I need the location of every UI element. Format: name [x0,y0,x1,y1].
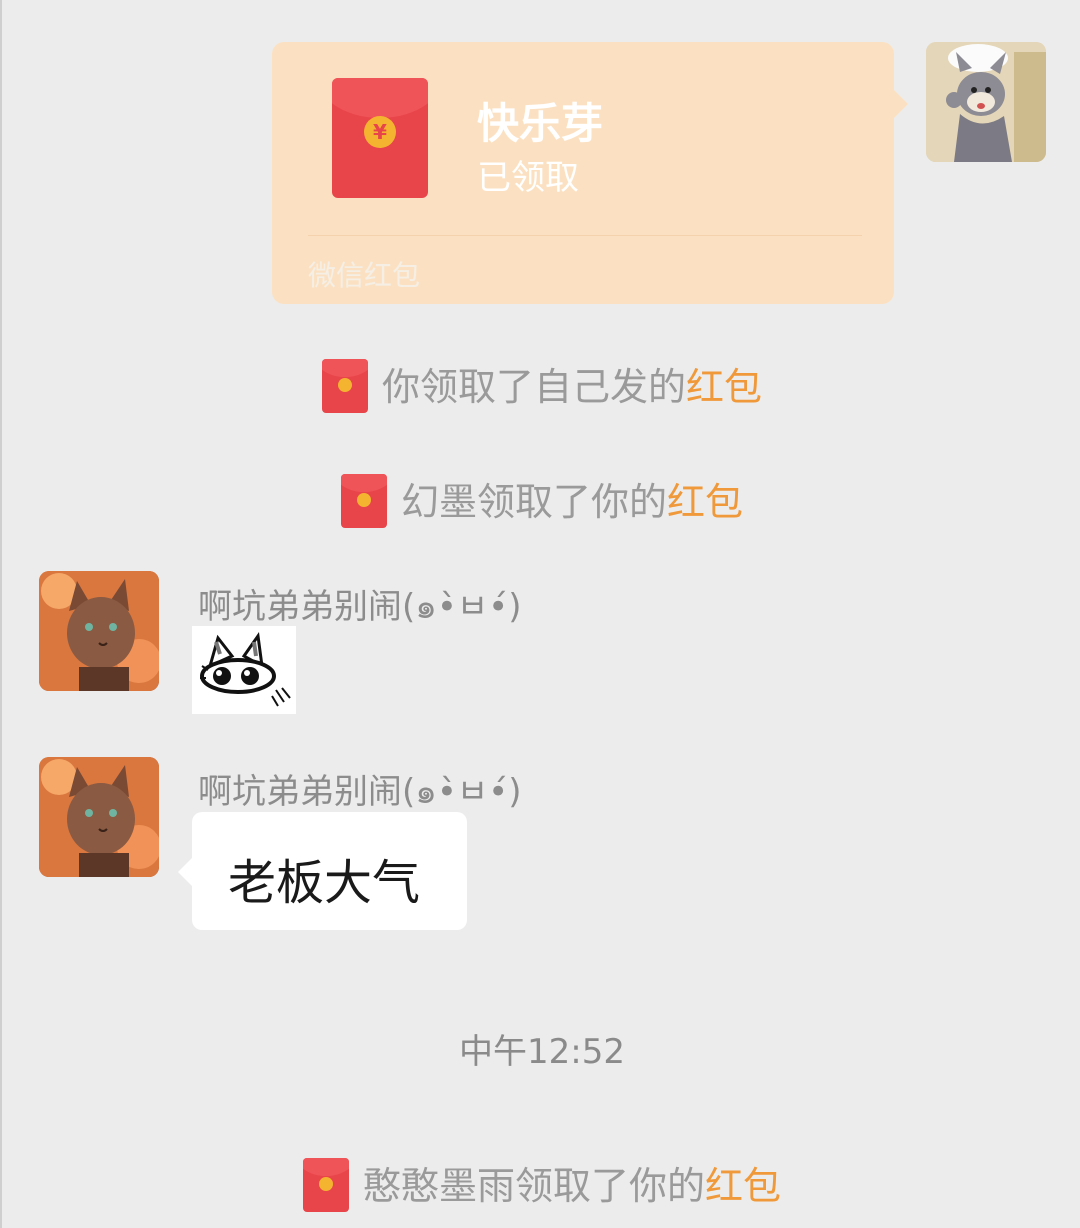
red-packet-link[interactable]: 红包 [667,480,743,524]
message-timestamp: 中午12:52 [459,1032,625,1072]
system-notice-2: 幻墨领取了你的红包 [2,471,1080,532]
sender-name: 啊坑弟弟别闹(๑•̀ㅂ•́) [198,587,522,627]
sender-avatar[interactable] [39,571,159,691]
red-packet-footer: 微信红包 [308,259,421,292]
my-avatar[interactable] [926,42,1046,162]
red-packet-divider [308,235,862,236]
yuan-coin-icon: ¥ [364,116,396,148]
red-packet-link[interactable]: 红包 [705,1164,781,1208]
text-message-bubble[interactable]: 老板大气 [178,812,467,930]
system-notice-1: 你领取了自己发的红包 [2,356,1080,417]
chat-area[interactable]: ¥ 快乐芽 已领取 微信红包 你领取了自己发的红包 幻墨领取了你的红包 啊坑弟弟… [0,0,1080,1228]
furry-cat-avatar-icon [39,571,159,691]
red-packet-link[interactable]: 红包 [686,365,762,409]
tom-cat-avatar-icon [926,42,1046,162]
furry-cat-avatar-icon [39,757,159,877]
red-packet-icon: ¥ [332,78,428,198]
sticker-message[interactable] [192,626,296,714]
message-text: 老板大气 [228,855,421,911]
red-packet-icon [340,473,387,528]
system-notice-3: 憨憨墨雨领取了你的红包 [2,1155,1080,1216]
sender-avatar[interactable] [39,757,159,877]
red-packet-icon [321,358,368,413]
sender-name: 啊坑弟弟别闹(๑•̀ㅂ•́) [198,772,522,812]
cat-eyes-sticker-icon [200,631,291,707]
red-packet-status: 已领取 [477,158,579,198]
red-packet-title: 快乐芽 [477,99,604,148]
red-packet-message[interactable]: ¥ 快乐芽 已领取 微信红包 [272,42,908,304]
red-packet-icon [302,1157,349,1212]
